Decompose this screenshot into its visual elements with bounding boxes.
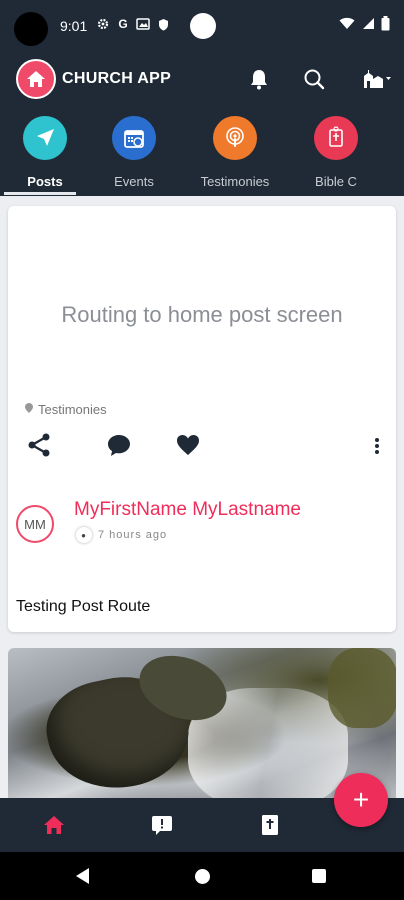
tab-label: Testimonies bbox=[200, 174, 270, 189]
status-time: 9:01 bbox=[60, 18, 88, 34]
app-title: CHURCH APP bbox=[62, 70, 172, 87]
search-icon[interactable] bbox=[302, 67, 326, 91]
bible-nav-icon[interactable] bbox=[258, 813, 282, 837]
bible-icon bbox=[314, 116, 358, 160]
add-post-button[interactable]: + bbox=[334, 773, 388, 827]
church-menu-icon[interactable] bbox=[362, 67, 396, 91]
post-time-row: ● 7 hours ago bbox=[76, 527, 167, 543]
tab-label: Events bbox=[114, 174, 154, 189]
tab-label: Bible C bbox=[315, 174, 357, 189]
pin-icon bbox=[24, 402, 34, 417]
status-right-icons bbox=[339, 16, 390, 36]
camera-cutout bbox=[14, 12, 48, 46]
home-button[interactable] bbox=[195, 869, 210, 884]
image-moss bbox=[328, 648, 396, 728]
clock-icon: ● bbox=[76, 527, 92, 543]
send-icon bbox=[23, 116, 67, 160]
podcast-icon bbox=[213, 116, 257, 160]
post-category-label: Testimonies bbox=[38, 402, 107, 417]
share-icon[interactable] bbox=[26, 432, 52, 458]
home-icon[interactable] bbox=[42, 813, 66, 837]
prayer-request-icon[interactable] bbox=[150, 813, 174, 837]
post-card[interactable]: Routing to home post screen Testimonies … bbox=[8, 206, 396, 632]
post-feed[interactable]: Routing to home post screen Testimonies … bbox=[0, 196, 404, 798]
signal-icon bbox=[361, 17, 375, 35]
more-options-icon[interactable] bbox=[372, 436, 382, 456]
post-placeholder-text: Routing to home post screen bbox=[61, 302, 343, 327]
back-button[interactable] bbox=[76, 868, 89, 884]
author-name[interactable]: MyFirstName MyLastname bbox=[74, 499, 301, 521]
battery-icon bbox=[381, 16, 390, 36]
tab-bible[interactable]: Bible C bbox=[296, 116, 376, 189]
tab-posts[interactable]: Posts bbox=[5, 116, 85, 189]
shield-icon bbox=[156, 17, 170, 31]
calendar-icon bbox=[112, 116, 156, 160]
post-author-row: MM MyFirstName MyLastname ● 7 hours ago bbox=[16, 489, 396, 549]
bell-icon[interactable] bbox=[247, 67, 271, 91]
post-actions bbox=[26, 432, 386, 462]
wifi-icon bbox=[339, 17, 355, 35]
post-image[interactable] bbox=[8, 648, 396, 798]
gear-icon bbox=[96, 17, 110, 31]
tab-label: Posts bbox=[27, 174, 63, 189]
tab-events[interactable]: Events bbox=[94, 116, 174, 189]
post-category[interactable]: Testimonies bbox=[24, 402, 107, 417]
avatar[interactable]: MM bbox=[16, 505, 54, 543]
recents-button[interactable] bbox=[312, 869, 326, 883]
system-nav-bar bbox=[0, 852, 404, 900]
app-bar: CHURCH APP bbox=[0, 52, 404, 106]
heart-icon[interactable] bbox=[175, 432, 201, 458]
tab-testimonies[interactable]: Testimonies bbox=[195, 116, 275, 189]
home-logo-icon[interactable] bbox=[16, 59, 56, 99]
gallery-icon bbox=[136, 17, 150, 31]
active-tab-indicator bbox=[4, 192, 76, 195]
status-icons: G bbox=[96, 17, 170, 31]
status-bar: 9:01 G bbox=[0, 0, 404, 52]
post-text: Testing Post Route bbox=[16, 598, 151, 615]
post-time: 7 hours ago bbox=[98, 529, 168, 541]
notification-dot bbox=[190, 13, 216, 39]
google-icon: G bbox=[118, 17, 128, 31]
category-tabs: Posts Events Testimonies Bible C bbox=[0, 106, 404, 196]
comment-icon[interactable] bbox=[106, 432, 132, 458]
